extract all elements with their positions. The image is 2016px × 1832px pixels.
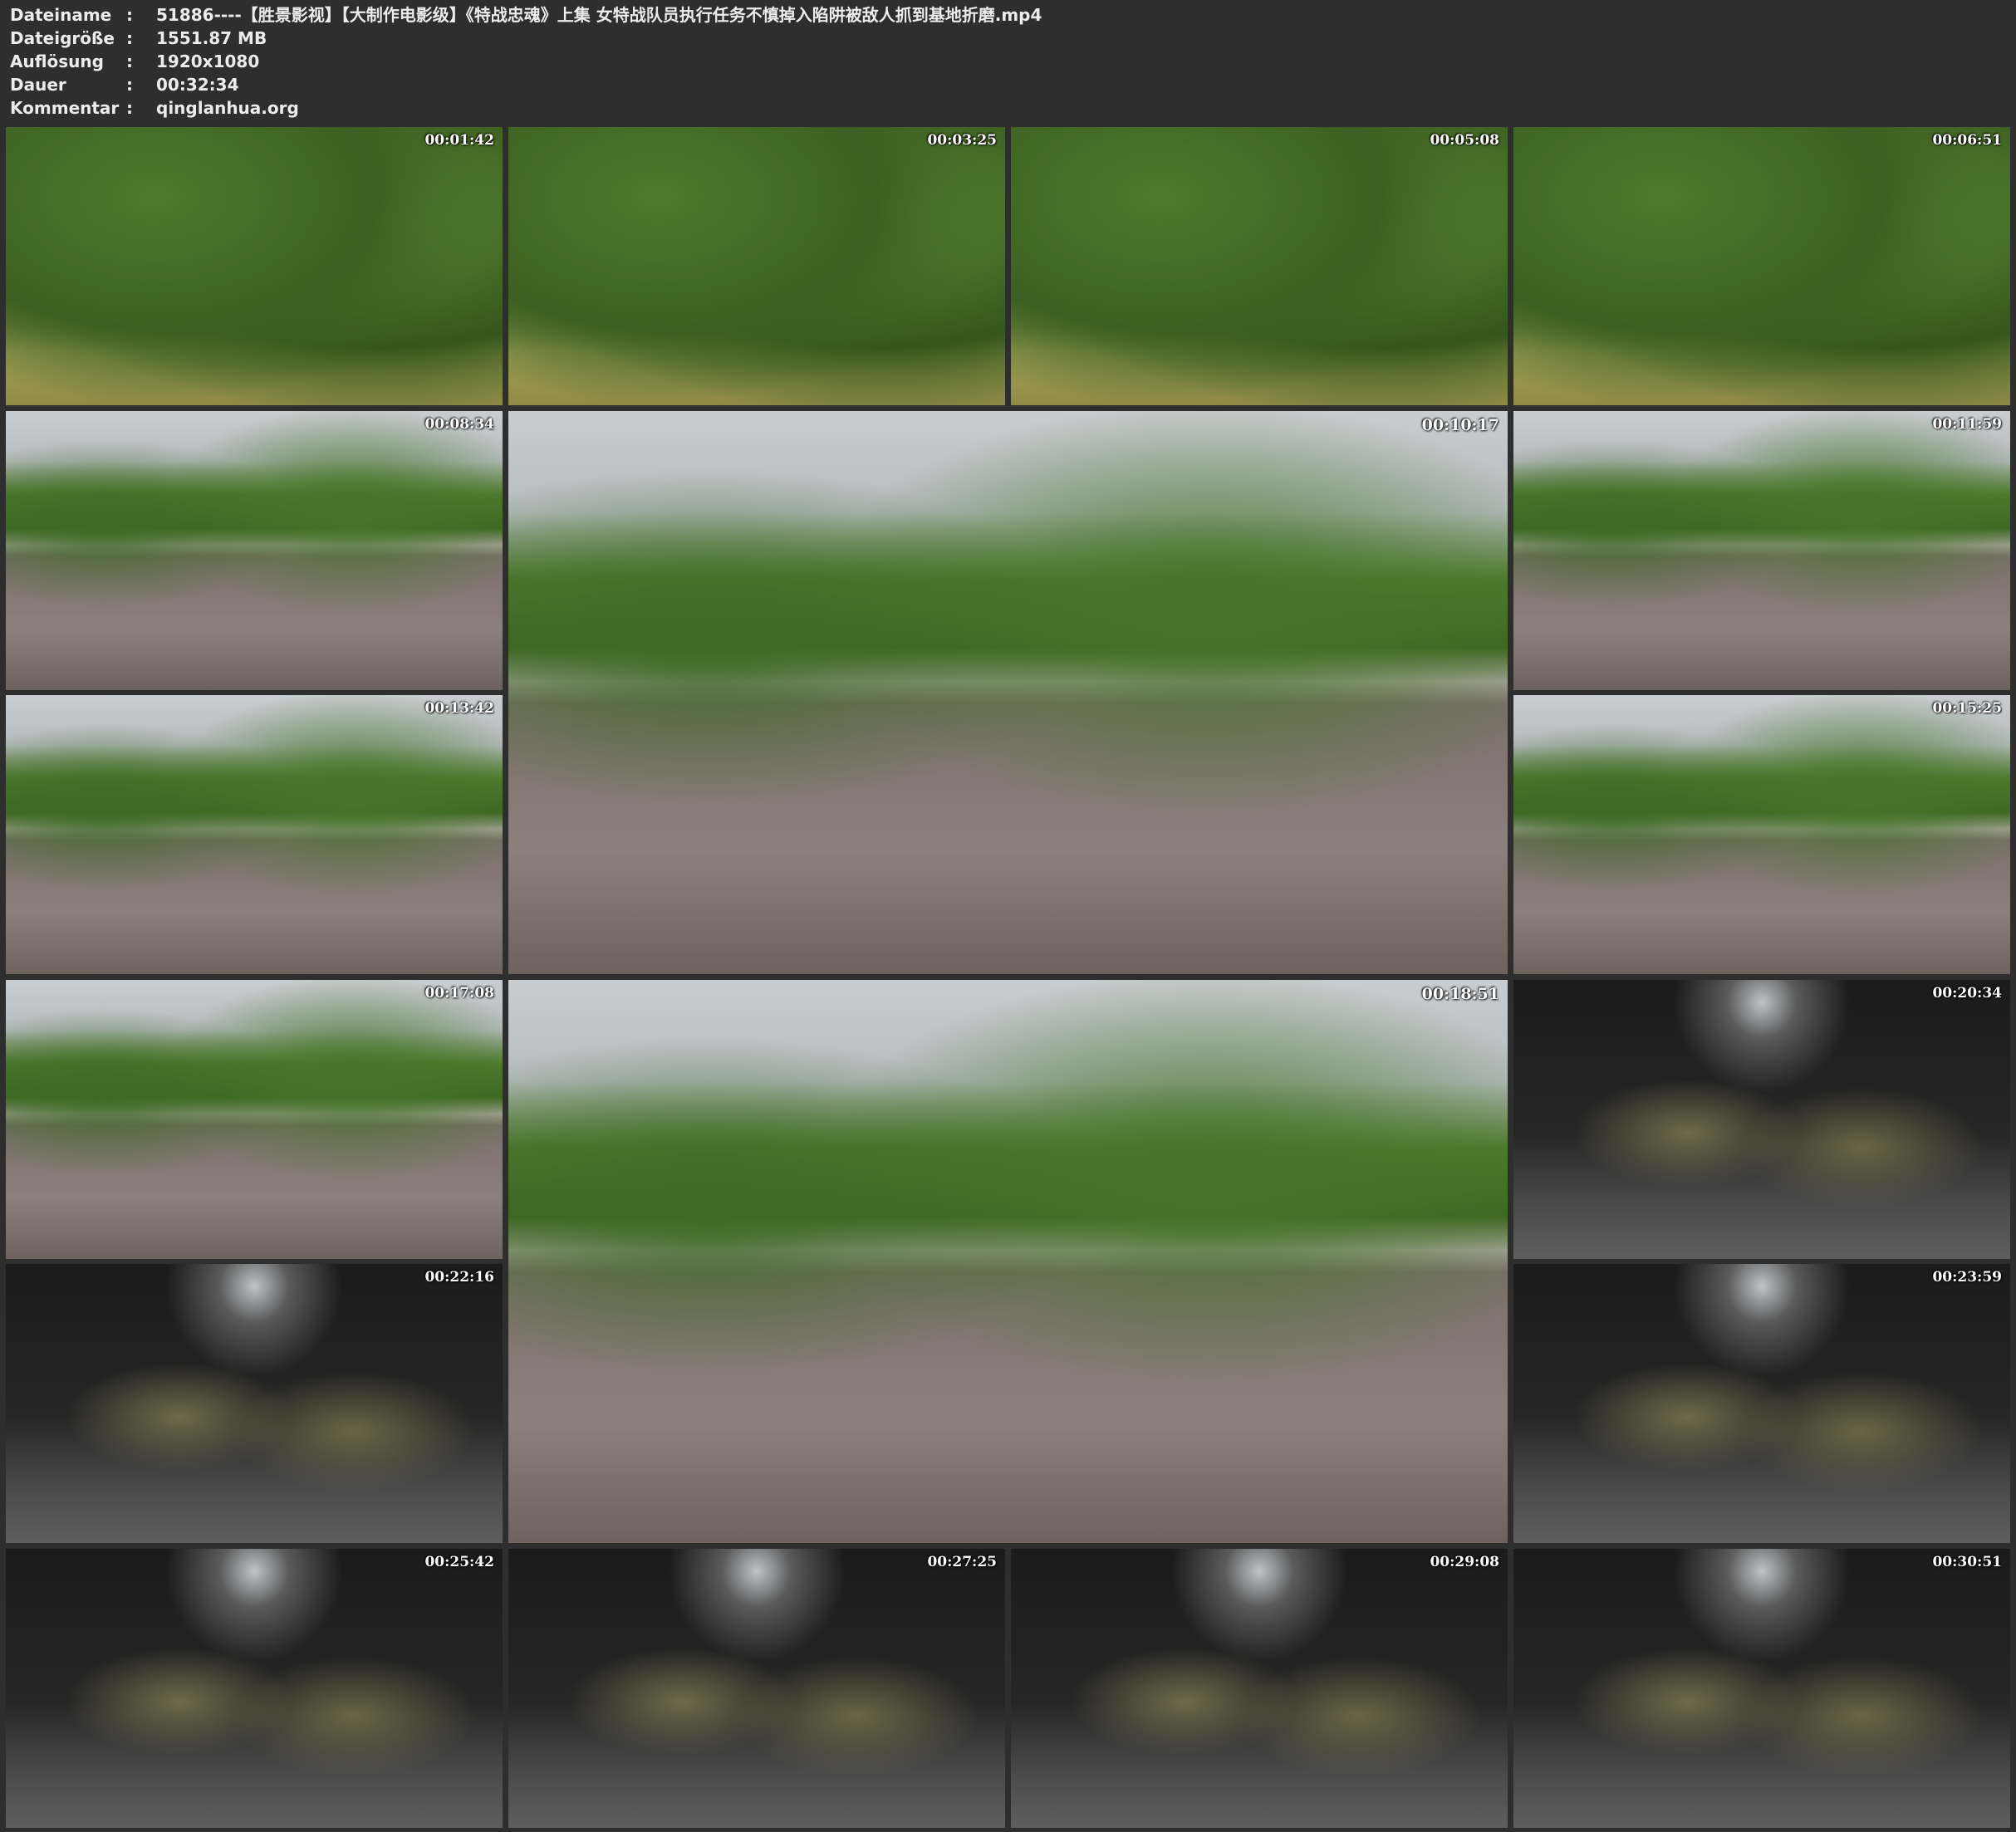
- timestamp-label: 00:22:16: [424, 1269, 494, 1286]
- video-thumbnail[interactable]: 00:13:42: [6, 695, 503, 974]
- timestamp-label: 00:01:42: [424, 132, 494, 149]
- video-thumbnail[interactable]: 00:18:51: [508, 980, 1508, 1543]
- meta-row-comment: Kommentar: qinglanhua.org: [10, 96, 2004, 120]
- video-thumbnail[interactable]: 00:30:51: [1513, 1549, 2010, 1828]
- thumbnail-scene: [508, 980, 1508, 1543]
- meta-value: 1920x1080: [156, 51, 260, 71]
- meta-row-filesize: Dateigröße: 1551.87 MB: [10, 27, 2004, 50]
- thumbnail-scene: [508, 127, 1005, 405]
- video-thumbnail[interactable]: 00:11:59: [1513, 411, 2010, 690]
- timestamp-label: 00:13:42: [424, 700, 494, 717]
- meta-value: 1551.87 MB: [156, 28, 267, 48]
- thumbnail-scene: [1513, 1549, 2010, 1828]
- video-thumbnail[interactable]: 00:17:08: [6, 980, 503, 1259]
- thumbnail-scene: [1011, 127, 1508, 405]
- timestamp-label: 00:11:59: [1932, 416, 2002, 433]
- meta-label: Dauer: [10, 75, 66, 95]
- timestamp-label: 00:10:17: [1421, 416, 1499, 434]
- video-thumbnail[interactable]: 00:01:42: [6, 127, 503, 405]
- timestamp-label: 00:18:51: [1421, 985, 1499, 1003]
- timestamp-label: 00:23:59: [1932, 1269, 2002, 1286]
- meta-label: Kommentar: [10, 98, 120, 118]
- video-thumbnail[interactable]: 00:25:42: [6, 1549, 503, 1828]
- meta-separator: :: [126, 98, 133, 118]
- thumbnail-scene: [508, 1549, 1005, 1828]
- timestamp-label: 00:05:08: [1430, 132, 1499, 149]
- thumbnail-scene: [6, 1264, 503, 1543]
- thumbnail-scene: [1513, 411, 2010, 690]
- meta-row-resolution: Auflösung: 1920x1080: [10, 50, 2004, 73]
- timestamp-label: 00:27:25: [927, 1554, 997, 1570]
- meta-value: 51886----【胜景影视】【大制作电影级】《特战忠魂》上集 女特战队员执行任…: [156, 5, 1042, 25]
- video-thumbnail[interactable]: 00:29:08: [1011, 1549, 1508, 1828]
- metadata-panel: Dateiname: 51886----【胜景影视】【大制作电影级】《特战忠魂》上…: [10, 3, 2004, 120]
- timestamp-label: 00:25:42: [424, 1554, 494, 1570]
- timestamp-label: 00:17:08: [424, 985, 494, 1002]
- meta-label: Auflösung: [10, 51, 104, 71]
- video-thumbnail[interactable]: 00:20:34: [1513, 980, 2010, 1259]
- meta-label: Dateigröße: [10, 28, 115, 48]
- thumbnail-scene: [6, 127, 503, 405]
- thumbnail-scene: [6, 411, 503, 690]
- timestamp-label: 00:08:34: [424, 416, 494, 433]
- meta-separator: :: [126, 5, 133, 25]
- video-thumbnail[interactable]: 00:06:51: [1513, 127, 2010, 405]
- timestamp-label: 00:03:25: [927, 132, 997, 149]
- thumbnail-scene: [1011, 1549, 1508, 1828]
- video-thumbnail[interactable]: 00:22:16: [6, 1264, 503, 1543]
- timestamp-label: 00:30:51: [1932, 1554, 2002, 1570]
- video-thumbnail[interactable]: 00:05:08: [1011, 127, 1508, 405]
- thumbnail-scene: [6, 1549, 503, 1828]
- thumbnail-scene: [6, 695, 503, 974]
- timestamp-label: 00:15:25: [1932, 700, 2002, 717]
- meta-value: 00:32:34: [156, 75, 239, 95]
- thumbnail-scene: [1513, 1264, 2010, 1543]
- thumbnail-scene: [508, 411, 1508, 974]
- video-thumbnail[interactable]: 00:08:34: [6, 411, 503, 690]
- video-thumbnail[interactable]: 00:15:25: [1513, 695, 2010, 974]
- video-thumbnail[interactable]: 00:10:17: [508, 411, 1508, 974]
- thumbnail-scene: [1513, 695, 2010, 974]
- meta-separator: :: [126, 51, 133, 71]
- video-thumbnail[interactable]: 00:27:25: [508, 1549, 1005, 1828]
- video-thumbnail[interactable]: 00:23:59: [1513, 1264, 2010, 1543]
- thumbnail-scene: [1513, 980, 2010, 1259]
- timestamp-label: 00:29:08: [1430, 1554, 1499, 1570]
- thumbnail-scene: [6, 980, 503, 1259]
- video-thumbnail[interactable]: 00:03:25: [508, 127, 1005, 405]
- timestamp-label: 00:20:34: [1932, 985, 2002, 1002]
- meta-row-duration: Dauer: 00:32:34: [10, 73, 2004, 96]
- meta-value: qinglanhua.org: [156, 98, 299, 118]
- thumbnail-scene: [1513, 127, 2010, 405]
- meta-label: Dateiname: [10, 5, 112, 25]
- meta-row-filename: Dateiname: 51886----【胜景影视】【大制作电影级】《特战忠魂》上…: [10, 3, 2004, 27]
- meta-separator: :: [126, 28, 133, 48]
- timestamp-label: 00:06:51: [1932, 132, 2002, 149]
- meta-separator: :: [126, 75, 133, 95]
